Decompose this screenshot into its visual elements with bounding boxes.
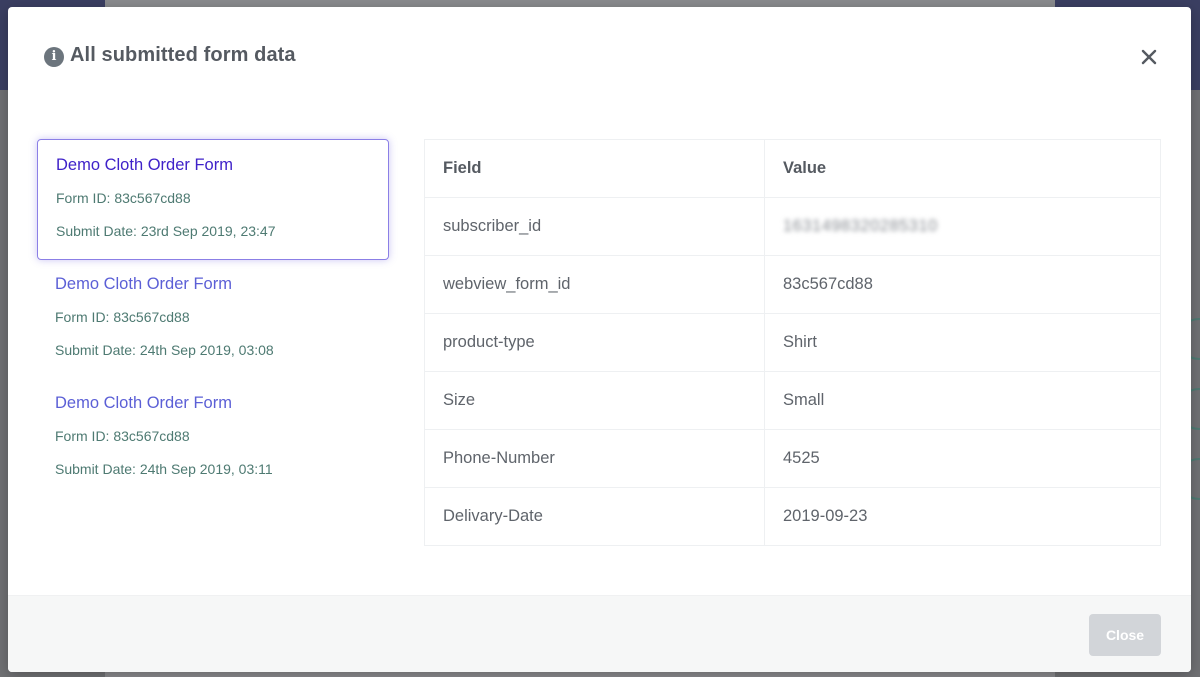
submission-form-id: Form ID: 83c567cd88	[55, 309, 190, 325]
submission-date: Submit Date: 24th Sep 2019, 03:11	[55, 461, 273, 477]
column-header-field: Field	[424, 139, 765, 198]
column-header-value: Value	[764, 139, 1161, 198]
close-button[interactable]: Close	[1089, 614, 1161, 656]
form-data-modal: i All submitted form data Demo Cloth Ord…	[8, 7, 1191, 672]
table-row: webview_form_id 83c567cd88	[424, 255, 1161, 314]
field-cell: Delivary-Date	[424, 487, 765, 546]
field-cell: subscriber_id	[424, 197, 765, 256]
field-cell: webview_form_id	[424, 255, 765, 314]
close-icon[interactable]	[1141, 49, 1157, 65]
submission-title: Demo Cloth Order Form	[56, 156, 233, 174]
submission-date: Submit Date: 23rd Sep 2019, 23:47	[56, 223, 276, 239]
submission-item[interactable]: Demo Cloth Order Form Form ID: 83c567cd8…	[37, 139, 389, 260]
submission-form-id: Form ID: 83c567cd88	[56, 190, 191, 206]
submission-title: Demo Cloth Order Form	[55, 394, 232, 412]
submission-form-id: Form ID: 83c567cd88	[55, 428, 190, 444]
submission-title: Demo Cloth Order Form	[55, 275, 232, 293]
modal-footer: Close	[8, 595, 1191, 672]
table-row: subscriber_id 1631498320285310	[424, 197, 1161, 256]
blurred-value: 1631498320285310	[783, 217, 938, 235]
value-cell: Small	[764, 371, 1161, 430]
value-cell: Shirt	[764, 313, 1161, 372]
field-cell: Size	[424, 371, 765, 430]
field-cell: product-type	[424, 313, 765, 372]
modal-header: i All submitted form data	[8, 7, 1191, 107]
info-icon: i	[44, 47, 64, 67]
submission-item[interactable]: Demo Cloth Order Form Form ID: 83c567cd8…	[37, 260, 389, 379]
value-cell: 1631498320285310	[764, 197, 1161, 256]
table-row: Size Small	[424, 371, 1161, 430]
value-cell: 2019-09-23	[764, 487, 1161, 546]
value-cell: 4525	[764, 429, 1161, 488]
field-cell: Phone-Number	[424, 429, 765, 488]
submission-list: Demo Cloth Order Form Form ID: 83c567cd8…	[37, 139, 389, 498]
form-data-table: Field Value subscriber_id 16314983202853…	[424, 139, 1161, 546]
modal-title: All submitted form data	[70, 44, 296, 66]
table-row: Phone-Number 4525	[424, 429, 1161, 488]
table-row: Delivary-Date 2019-09-23	[424, 487, 1161, 546]
submission-item[interactable]: Demo Cloth Order Form Form ID: 83c567cd8…	[37, 379, 389, 498]
submission-date: Submit Date: 24th Sep 2019, 03:08	[55, 342, 274, 358]
value-cell: 83c567cd88	[764, 255, 1161, 314]
table-header-row: Field Value	[424, 139, 1161, 198]
table-row: product-type Shirt	[424, 313, 1161, 372]
